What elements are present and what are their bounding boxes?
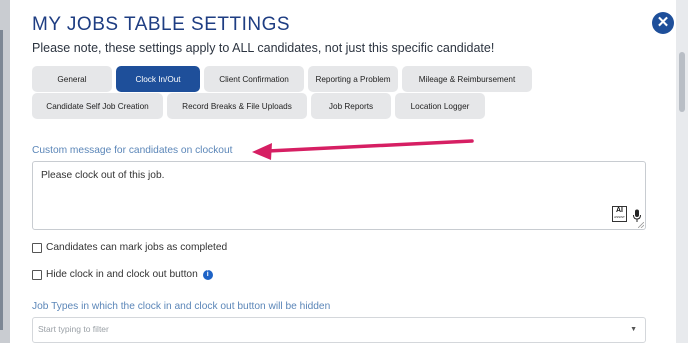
job-types-label: Job Types in which the clock in and cloc… xyxy=(32,301,331,312)
backdrop-stripe xyxy=(0,30,3,330)
tab-mileage-reimbursement[interactable]: Mileage & Reimbursement xyxy=(402,66,532,92)
tab-general[interactable]: General xyxy=(32,66,112,92)
tab-location-logger[interactable]: Location Logger xyxy=(395,93,485,119)
page-backdrop-left xyxy=(0,0,10,343)
job-types-placeholder: Start typing to filter xyxy=(38,324,109,334)
hide-clock-label: Hide clock in and clock out button xyxy=(46,269,198,280)
resize-grip-icon[interactable] xyxy=(638,222,644,228)
job-types-filter-select[interactable]: Start typing to filter ▼ xyxy=(32,317,646,343)
hide-clock-checkbox[interactable] xyxy=(32,269,42,280)
clockout-message-textarea[interactable]: Please clock out of this job. AI ASSIST xyxy=(32,161,646,230)
settings-modal: ✕ MY JOBS TABLE SETTINGS Please note, th… xyxy=(10,0,676,343)
scrollbar-thumb[interactable] xyxy=(679,52,685,112)
ai-assist-button[interactable]: AI ASSIST xyxy=(612,206,627,222)
clockout-message-text: Please clock out of this job. xyxy=(41,170,165,181)
mark-completed-option[interactable]: Candidates can mark jobs as completed xyxy=(32,242,227,253)
ai-assist-sublabel: ASSIST xyxy=(614,215,625,219)
mark-completed-checkbox[interactable] xyxy=(32,242,42,253)
modal-scrollbar[interactable] xyxy=(676,0,688,343)
tab-client-confirmation[interactable]: Client Confirmation xyxy=(204,66,304,92)
tab-job-reports[interactable]: Job Reports xyxy=(311,93,391,119)
tab-clock-in-out[interactable]: Clock In/Out xyxy=(116,66,200,92)
tab-reporting-a-problem[interactable]: Reporting a Problem xyxy=(308,66,398,92)
modal-subtitle: Please note, these settings apply to ALL… xyxy=(32,41,495,55)
clockout-message-label: Custom message for candidates on clockou… xyxy=(32,145,233,156)
mark-completed-label: Candidates can mark jobs as completed xyxy=(46,242,228,253)
tab-candidate-self-job-creation[interactable]: Candidate Self Job Creation xyxy=(32,93,163,119)
microphone-icon[interactable] xyxy=(632,209,642,223)
chevron-down-icon[interactable]: ▼ xyxy=(630,326,637,333)
hide-clock-option[interactable]: Hide clock in and clock out button i xyxy=(32,269,213,280)
ai-assist-label: AI xyxy=(616,207,623,214)
close-icon[interactable]: ✕ xyxy=(652,12,674,34)
modal-title: MY JOBS TABLE SETTINGS xyxy=(32,14,291,35)
tab-record-breaks-file-uploads[interactable]: Record Breaks & File Uploads xyxy=(167,93,307,119)
info-icon[interactable]: i xyxy=(202,269,213,280)
